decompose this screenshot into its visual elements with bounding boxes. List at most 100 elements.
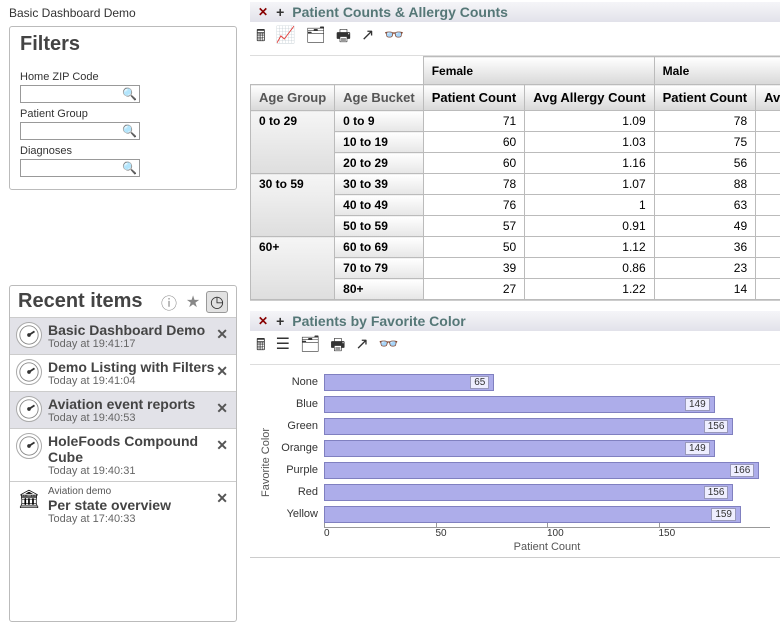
- recent-item[interactable]: Aviation event reportsToday at 19:40:53✕: [10, 391, 236, 428]
- widget-patient-counts: ✕ + Patient Counts & Allergy Counts 🖩 📈 …: [250, 2, 780, 301]
- hierarchy-icon[interactable]: 🗂: [306, 25, 326, 52]
- row-bucket: 10 to 19: [335, 132, 424, 153]
- cell: 1.22: [525, 279, 654, 300]
- filters-panel: Filters Home ZIP Code 🔍 Patient Group 🔍 …: [9, 26, 237, 190]
- bar-category: Blue: [276, 398, 324, 410]
- close-icon[interactable]: ✕: [254, 5, 272, 19]
- recent-item[interactable]: HoleFoods Compound CubeToday at 19:40:31…: [10, 428, 236, 481]
- cell: [756, 258, 780, 279]
- recent-item[interactable]: 🏛 Aviation demoPer state overviewToday at…: [10, 481, 236, 529]
- gauge-icon: [16, 322, 42, 348]
- search-icon[interactable]: 🔍: [122, 124, 137, 138]
- print-icon[interactable]: 🖶: [330, 334, 345, 361]
- row-group: 30 to 59: [251, 174, 335, 237]
- calculator-icon[interactable]: 🖩: [256, 334, 266, 361]
- row-group: 60+: [251, 237, 335, 300]
- list-icon[interactable]: ☰: [276, 334, 290, 361]
- recent-item[interactable]: Demo Listing with FiltersToday at 19:41:…: [10, 354, 236, 391]
- binoculars-icon[interactable]: 👓: [384, 25, 404, 52]
- hierarchy-icon[interactable]: 🗂: [300, 334, 320, 361]
- recent-item[interactable]: Basic Dashboard DemoToday at 19:41:17✕: [10, 317, 236, 354]
- bar-row: Green156: [276, 415, 770, 437]
- bar-value: 166: [730, 464, 755, 477]
- widget2-title: Patients by Favorite Color: [292, 313, 465, 329]
- close-icon[interactable]: ✕: [216, 400, 228, 417]
- row-bucket: 30 to 39: [335, 174, 424, 195]
- bar[interactable]: 156: [324, 484, 733, 501]
- star-icon[interactable]: ★: [182, 291, 204, 313]
- close-icon[interactable]: ✕: [216, 437, 228, 454]
- binoculars-icon[interactable]: 👓: [379, 334, 399, 361]
- row-bucket: 20 to 29: [335, 153, 424, 174]
- close-icon[interactable]: ✕: [254, 314, 272, 328]
- add-icon[interactable]: +: [272, 4, 288, 20]
- recent-label: Per state overview: [48, 497, 230, 513]
- recent-header: Recent items: [18, 290, 156, 313]
- info-icon[interactable]: ⓘ: [158, 291, 180, 313]
- x-tick: 0: [324, 528, 436, 539]
- cell: [756, 132, 780, 153]
- recent-subtitle: Aviation demo: [48, 486, 230, 497]
- bar[interactable]: 149: [324, 440, 715, 457]
- table-row: 0 to 290 to 9711.0978: [251, 111, 781, 132]
- cell: 76: [423, 195, 525, 216]
- widget1-title: Patient Counts & Allergy Counts: [292, 4, 508, 20]
- add-icon[interactable]: +: [272, 313, 288, 329]
- print-icon[interactable]: 🖶: [336, 25, 351, 52]
- bar-value: 156: [704, 486, 729, 499]
- cell: 60: [423, 153, 525, 174]
- cell: 57: [423, 216, 525, 237]
- cell: 1.16: [525, 153, 654, 174]
- bar[interactable]: 159: [324, 506, 741, 523]
- filter-diag-label: Diagnoses: [20, 145, 226, 157]
- widget-favorite-color: ✕ + Patients by Favorite Color 🖩 ☰ 🗂 🖶 ↗…: [250, 311, 780, 558]
- recent-label: Aviation event reports: [48, 396, 230, 412]
- bar-category: Orange: [276, 442, 324, 454]
- recent-panel: Recent items ⓘ ★ ◷ Basic Dashboard DemoT…: [9, 285, 237, 622]
- close-icon[interactable]: ✕: [216, 326, 228, 343]
- export-icon[interactable]: ↗: [355, 334, 368, 361]
- bar-value: 65: [470, 376, 489, 389]
- cell: 27: [423, 279, 525, 300]
- bank-icon: 🏛: [16, 486, 42, 512]
- cell: 49: [654, 216, 756, 237]
- bar[interactable]: 149: [324, 396, 715, 413]
- recent-time: Today at 19:41:17: [48, 338, 230, 350]
- cell: 63: [654, 195, 756, 216]
- cell: 1: [525, 195, 654, 216]
- chart-icon[interactable]: 📈: [276, 25, 296, 52]
- filter-group-label: Patient Group: [20, 108, 226, 120]
- recent-time: Today at 19:40:31: [48, 465, 230, 477]
- search-icon[interactable]: 🔍: [122, 87, 137, 101]
- cell: [756, 279, 780, 300]
- cell: 71: [423, 111, 525, 132]
- bar[interactable]: 166: [324, 462, 759, 479]
- bar-value: 149: [685, 442, 710, 455]
- row-bucket: 70 to 79: [335, 258, 424, 279]
- close-icon[interactable]: ✕: [216, 363, 228, 380]
- recent-time: Today at 19:41:04: [48, 375, 230, 387]
- cell: 1.07: [525, 174, 654, 195]
- cell: 14: [654, 279, 756, 300]
- cell: 88: [654, 174, 756, 195]
- pivot-table: FemaleMaleAge GroupAge BucketPatient Cou…: [250, 56, 780, 300]
- bar[interactable]: 65: [324, 374, 494, 391]
- page-title: Basic Dashboard Demo: [3, 3, 243, 23]
- bar[interactable]: 156: [324, 418, 733, 435]
- row-bucket: 50 to 59: [335, 216, 424, 237]
- recent-label: Basic Dashboard Demo: [48, 322, 230, 338]
- bar-category: Purple: [276, 464, 324, 476]
- bar-row: Orange 149: [276, 437, 770, 459]
- search-icon[interactable]: 🔍: [122, 161, 137, 175]
- chart-xaxis: 050100150: [324, 527, 770, 539]
- filters-header: Filters: [10, 27, 236, 60]
- export-icon[interactable]: ↗: [361, 25, 374, 52]
- bar-category: Green: [276, 420, 324, 432]
- calculator-icon[interactable]: 🖩: [256, 25, 266, 52]
- recent-time: Today at 17:40:33: [48, 513, 230, 525]
- cell: 78: [423, 174, 525, 195]
- close-icon[interactable]: ✕: [216, 490, 228, 507]
- cell: 60: [423, 132, 525, 153]
- clock-icon[interactable]: ◷: [206, 291, 228, 313]
- cell: 1.03: [525, 132, 654, 153]
